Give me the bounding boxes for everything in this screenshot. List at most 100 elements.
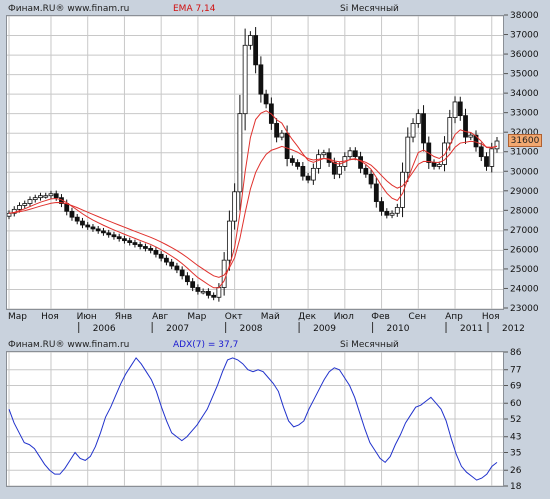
- candle-body: [484, 156, 489, 167]
- candle-body: [43, 195, 49, 198]
- candle-body: [478, 146, 484, 158]
- candle-body: [27, 199, 33, 204]
- adx-chart-area[interactable]: [6, 351, 504, 487]
- candle-body: [463, 115, 468, 138]
- year-label: 2006: [93, 324, 116, 334]
- candle-body: [32, 197, 38, 201]
- top-source-label: Финам.RU® www.finam.ru: [8, 4, 130, 14]
- candle-body: [179, 269, 185, 277]
- candle-body: [22, 203, 28, 206]
- price-tick-label: 37000: [510, 31, 539, 41]
- candle-body: [405, 136, 411, 173]
- top-indicator-label: EMA 7,14: [173, 4, 216, 14]
- price-tick-label: 28000: [510, 206, 539, 216]
- year-label: 2008: [240, 324, 263, 334]
- candle-body: [148, 248, 154, 251]
- candle-body: [415, 113, 421, 124]
- price-tick-label: 24000: [510, 284, 539, 294]
- bottom-chart-title: Si Месячный: [340, 340, 399, 350]
- price-axis: 23000 24000 25000 26000 27000 28000 29000 30000…: [504, 11, 539, 314]
- year-label: 2009: [313, 324, 336, 334]
- top-chart-title: Si Месячный: [340, 4, 399, 14]
- candle-body: [17, 205, 22, 210]
- candle-body: [95, 228, 101, 232]
- price-tick-label: 23000: [510, 304, 539, 314]
- adx-tick-label: 43: [510, 433, 521, 443]
- candle-body: [190, 281, 196, 288]
- month-label: Апр: [445, 312, 463, 322]
- candle-body: [489, 148, 495, 167]
- year-label: 2010: [387, 324, 410, 334]
- adx-axis: 18 26 35 43 52 60 69 77 86: [504, 348, 522, 492]
- adx-tick-label: 26: [510, 466, 522, 476]
- candle-body: [143, 246, 148, 249]
- candle-body: [164, 257, 169, 263]
- candle-body: [468, 134, 474, 138]
- price-tick-label: 26000: [510, 245, 539, 255]
- month-label: Июн: [77, 312, 97, 322]
- price-tick-label: 38000: [510, 11, 539, 21]
- candle-body: [53, 193, 59, 199]
- month-label: Сен: [408, 312, 426, 322]
- candle-body: [284, 132, 290, 159]
- candle-body: [127, 240, 133, 243]
- month-label: Май: [261, 312, 280, 322]
- ema-slow-line: [8, 140, 498, 278]
- candle-body: [289, 158, 295, 163]
- price-chart-area[interactable]: [6, 15, 504, 310]
- adx-tick-label: 35: [510, 449, 521, 459]
- price-tick-label: 35000: [510, 70, 539, 80]
- candle-body: [174, 265, 180, 271]
- candle-body: [226, 220, 232, 261]
- candle-body: [232, 191, 238, 222]
- candle-body: [38, 195, 43, 199]
- candle-body: [457, 101, 463, 117]
- candle-body: [452, 101, 458, 118]
- bottom-source-label: Финам.RU® www.finam.ru: [8, 340, 130, 350]
- candle-body: [185, 275, 190, 283]
- candle-body: [106, 232, 112, 236]
- month-label: Окт: [225, 312, 243, 322]
- candle-body: [373, 183, 379, 202]
- candle-body: [263, 93, 269, 105]
- last-price-tag: 31600: [508, 134, 542, 147]
- candle-body: [211, 294, 217, 298]
- candle-body: [321, 152, 327, 156]
- candle-body: [352, 150, 358, 158]
- candle-body: [431, 162, 437, 167]
- candle-body: [237, 113, 243, 193]
- candle-body: [80, 220, 85, 226]
- candle-body: [85, 224, 91, 228]
- price-tick-label: 34000: [510, 89, 539, 99]
- candle-body: [153, 249, 159, 255]
- month-label: Мар: [8, 312, 27, 322]
- adx-tick-label: 52: [510, 415, 521, 425]
- candle-body: [447, 117, 453, 144]
- candle-body: [253, 35, 259, 66]
- candle-body: [279, 132, 285, 138]
- candle-body: [384, 210, 390, 216]
- year-label: 2007: [166, 324, 189, 334]
- price-chart: [7, 16, 503, 309]
- candle-body: [410, 123, 416, 138]
- candle-body: [436, 164, 442, 167]
- candle-body: [421, 113, 426, 144]
- candle-body: [305, 175, 311, 181]
- month-label: Ноя: [41, 312, 59, 322]
- month-label: Янв: [115, 312, 132, 322]
- candle-body: [247, 35, 253, 46]
- candle-body: [205, 291, 211, 296]
- candle-body: [169, 261, 175, 267]
- bottom-indicator-label: ADX(7) = 37,7: [173, 340, 239, 350]
- candle-body: [200, 291, 206, 294]
- candle-body: [363, 167, 369, 175]
- month-label: Авг: [152, 312, 168, 322]
- adx-tick-label: 77: [510, 366, 521, 376]
- candle-body: [310, 167, 316, 181]
- adx-tick-label: 60: [510, 399, 522, 409]
- price-tick-label: 36000: [510, 50, 539, 60]
- price-tick-label: 30000: [510, 167, 539, 177]
- candle-body: [111, 234, 117, 238]
- candle-body: [7, 212, 12, 217]
- candle-body: [48, 193, 54, 197]
